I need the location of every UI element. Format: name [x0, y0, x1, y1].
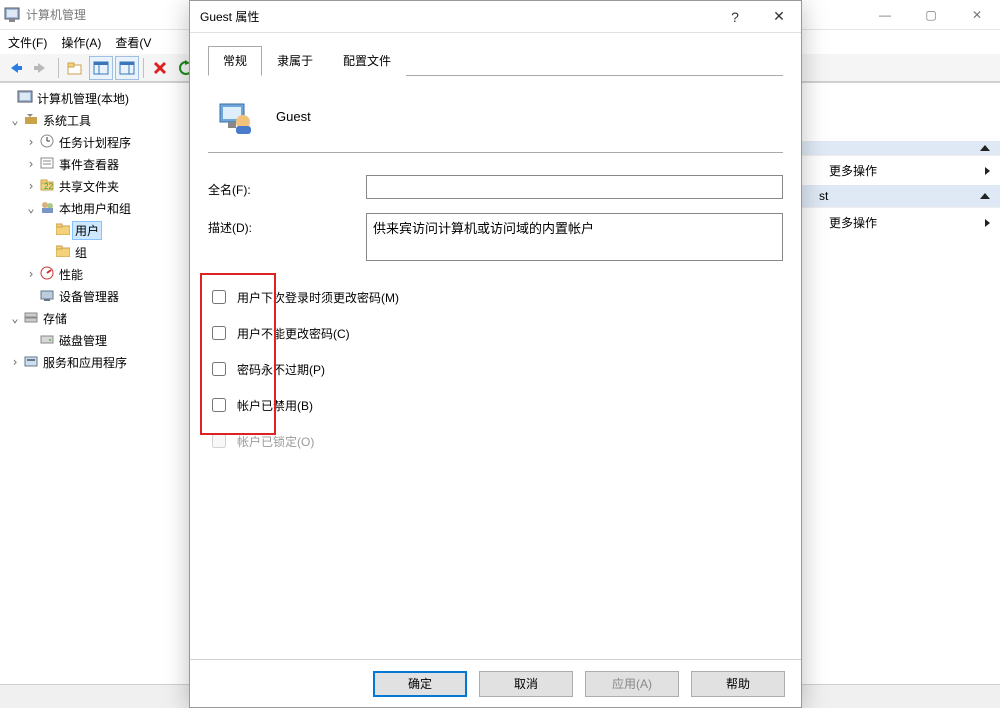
actions-panel: 更多操作 st 更多操作	[800, 83, 1000, 673]
up-button[interactable]	[63, 56, 87, 80]
actions-header-2[interactable]: st	[801, 185, 1000, 208]
help-button[interactable]: 帮助	[691, 671, 785, 697]
maximize-button[interactable]: ▢	[908, 0, 954, 29]
tree-event-viewer[interactable]: ›事件查看器	[2, 153, 187, 175]
dialog-titlebar[interactable]: Guest 属性 ? ✕	[190, 1, 801, 33]
tree-system-tools[interactable]: ⌄系统工具	[2, 109, 187, 131]
checkbox-group: 用户下次登录时须更改密码(M) 用户不能更改密码(C) 密码永不过期(P) 帐户…	[208, 279, 783, 459]
svg-text:22: 22	[44, 182, 53, 191]
tree-performance[interactable]: ›性能	[2, 263, 187, 285]
tree-root[interactable]: 计算机管理(本地)	[2, 87, 187, 109]
user-header: Guest	[208, 92, 783, 153]
user-name: Guest	[276, 109, 311, 124]
chk-account-disabled[interactable]: 帐户已禁用(B)	[208, 387, 783, 423]
dialog-buttons: 确定 取消 应用(A) 帮助	[190, 659, 801, 707]
dialog-title: Guest 属性	[200, 8, 259, 25]
ok-button[interactable]: 确定	[373, 671, 467, 697]
show-hide-actions-button[interactable]	[115, 56, 139, 80]
tree-task-scheduler[interactable]: ›任务计划程序	[2, 131, 187, 153]
expand-icon	[985, 167, 990, 175]
chk-cannot-change-password[interactable]: 用户不能更改密码(C)	[208, 315, 783, 351]
menu-file[interactable]: 文件(F)	[8, 34, 47, 51]
chk-account-disabled-box[interactable]	[212, 398, 226, 412]
tab-profile[interactable]: 配置文件	[328, 46, 406, 76]
show-hide-tree-button[interactable]	[89, 56, 113, 80]
close-button[interactable]: ✕	[954, 0, 1000, 29]
dialog-body: 常规 隶属于 配置文件 Guest 全名(F): 描述(D): 供来宾访问计算机…	[190, 33, 801, 659]
chk-account-locked-box	[212, 434, 226, 448]
collapse-icon	[980, 193, 990, 199]
fullname-input[interactable]	[366, 175, 783, 199]
delete-button[interactable]	[148, 56, 172, 80]
menu-view[interactable]: 查看(V	[115, 34, 151, 51]
nav-forward-button[interactable]	[30, 56, 54, 80]
tree-local-users-groups[interactable]: ⌄本地用户和组	[2, 197, 187, 219]
chk-password-never-expires-box[interactable]	[212, 362, 226, 376]
field-description: 描述(D): 供来宾访问计算机或访问域的内置帐户	[208, 213, 783, 261]
more-actions-1[interactable]: 更多操作	[801, 156, 1000, 185]
chk-must-change-password-box[interactable]	[212, 290, 226, 304]
chk-account-locked: 帐户已锁定(O)	[208, 423, 783, 459]
minimize-button[interactable]: —	[862, 0, 908, 29]
collapse-icon	[980, 145, 990, 151]
description-label: 描述(D):	[208, 213, 366, 236]
description-input[interactable]: 供来宾访问计算机或访问域的内置帐户	[366, 213, 783, 261]
dialog-help-button[interactable]: ?	[713, 1, 757, 32]
tree-users[interactable]: 用户	[2, 219, 187, 241]
menu-action[interactable]: 操作(A)	[61, 34, 101, 51]
more-actions-2[interactable]: 更多操作	[801, 208, 1000, 237]
dialog-tabs: 常规 隶属于 配置文件	[208, 45, 783, 76]
tree-shared-folders[interactable]: ›22共享文件夹	[2, 175, 187, 197]
app-icon	[4, 7, 20, 23]
tree-services-apps[interactable]: ›服务和应用程序	[2, 351, 187, 373]
cancel-button[interactable]: 取消	[479, 671, 573, 697]
dialog-close-button[interactable]: ✕	[757, 1, 801, 32]
tree-storage[interactable]: ⌄存储	[2, 307, 187, 329]
apply-button[interactable]: 应用(A)	[585, 671, 679, 697]
tree-device-manager[interactable]: 设备管理器	[2, 285, 187, 307]
fullname-label: 全名(F):	[208, 175, 366, 198]
chk-password-never-expires[interactable]: 密码永不过期(P)	[208, 351, 783, 387]
guest-properties-dialog: Guest 属性 ? ✕ 常规 隶属于 配置文件 Guest 全名(F):	[189, 0, 802, 708]
toolbar-separator	[143, 58, 144, 78]
tab-member-of[interactable]: 隶属于	[262, 46, 328, 76]
actions-header-1[interactable]	[801, 141, 1000, 156]
field-fullname: 全名(F):	[208, 175, 783, 199]
chk-cannot-change-password-box[interactable]	[212, 326, 226, 340]
nav-back-button[interactable]	[4, 56, 28, 80]
main-title: 计算机管理	[26, 6, 86, 23]
expand-icon	[985, 219, 990, 227]
tree-groups[interactable]: 组	[2, 241, 187, 263]
tab-general[interactable]: 常规	[208, 46, 262, 76]
tree-panel: 计算机管理(本地) ⌄系统工具 ›任务计划程序 ›事件查看器 ›22共享文件夹 …	[0, 83, 190, 708]
user-icon	[216, 98, 252, 134]
tree-disk-management[interactable]: 磁盘管理	[2, 329, 187, 351]
chk-must-change-password[interactable]: 用户下次登录时须更改密码(M)	[208, 279, 783, 315]
toolbar-separator	[58, 58, 59, 78]
main-window-buttons: — ▢ ✕	[862, 0, 1000, 29]
